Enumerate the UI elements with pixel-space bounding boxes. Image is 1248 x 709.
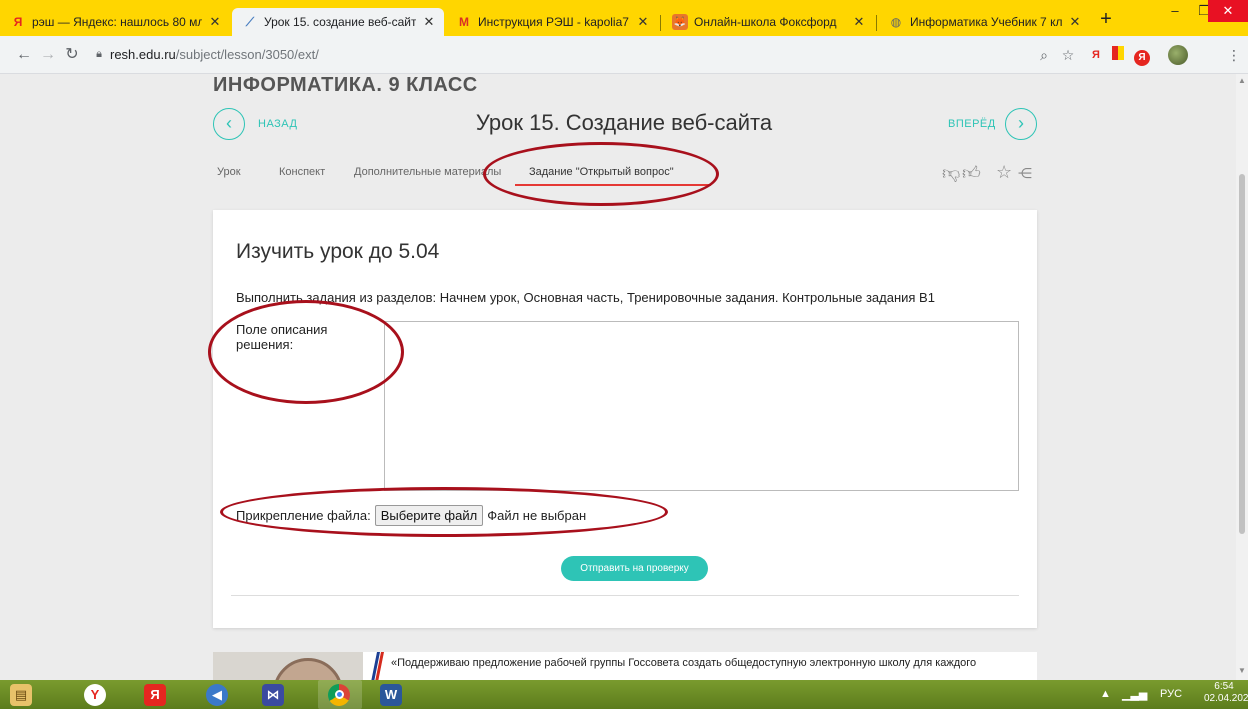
- tab-title: Урок 15. создание веб-сайта -: [264, 15, 416, 29]
- task-title: Изучить урок до 5.04: [236, 240, 440, 263]
- tab-title: Онлайн-школа Фоксфорд: [694, 15, 837, 29]
- promo-block: «Поддерживаю предложение рабочей группы …: [213, 652, 1037, 680]
- browser-tab-yandex[interactable]: Я рэш — Яндекс: нашлось 80 млн ✕: [0, 8, 230, 36]
- card-divider: [231, 595, 1019, 596]
- globe-icon: ◍: [890, 15, 902, 29]
- signal-strength-icon[interactable]: ▁▃▅: [1122, 688, 1147, 701]
- tab-close-icon[interactable]: ✕: [852, 14, 866, 30]
- profile-avatar[interactable]: [1168, 45, 1188, 65]
- scroll-thumb[interactable]: [1239, 174, 1245, 534]
- foxford-icon: 🦊: [672, 14, 688, 30]
- browser-toolbar: ← → ↻ 🔒︎ resh.edu.ru/subject/lesson/3050…: [0, 36, 1248, 74]
- tab-separator: [660, 15, 661, 31]
- bookmark-star-icon[interactable]: ☆: [1058, 45, 1078, 65]
- lesson-title: Урок 15. Создание веб-сайта: [475, 110, 773, 135]
- promo-quote: «Поддерживаю предложение рабочей группы …: [391, 657, 977, 669]
- annotation-oval-tab: [483, 142, 719, 206]
- tab-lesson[interactable]: Урок: [217, 166, 241, 178]
- yandex-circle-icon[interactable]: Я: [1132, 45, 1152, 66]
- solution-textarea[interactable]: [384, 321, 1019, 491]
- url-host: resh.edu.ru: [110, 47, 176, 62]
- resh-icon: ⟋: [245, 14, 255, 29]
- thumbs-down-icon[interactable]: 👎︎: [942, 162, 960, 184]
- clock-date: 02.04.2020: [1204, 693, 1248, 704]
- yandex-icon: Я: [13, 15, 23, 29]
- tab-title: Инструкция РЭШ - kapolia7@g: [478, 15, 630, 29]
- word-icon[interactable]: W: [380, 684, 402, 706]
- browser-tab-textbook[interactable]: ◍ Информатика Учебник 7 класс ✕: [878, 8, 1090, 36]
- new-tab-button[interactable]: +: [1094, 8, 1118, 32]
- task-card: Изучить урок до 5.04 Выполнить задания и…: [213, 210, 1037, 628]
- tab-close-icon[interactable]: ✕: [208, 14, 222, 30]
- scroll-down-icon[interactable]: ▼: [1236, 666, 1248, 675]
- menu-dots-icon[interactable]: ⋮: [1224, 45, 1244, 65]
- system-clock[interactable]: 6:54 02.04.2020: [1204, 681, 1248, 705]
- page-viewport: ИНФОРМАТИКА. 9 КЛАСС ‹ НАЗАД Урок 15. Со…: [0, 74, 1248, 680]
- back-arrow-icon[interactable]: ←: [14, 45, 34, 65]
- annotation-oval-field: [208, 300, 404, 404]
- scroll-up-icon[interactable]: ▲: [1236, 76, 1248, 85]
- browser-tab-lesson[interactable]: ⟋ Урок 15. создание веб-сайта - ✕: [232, 8, 444, 36]
- lock-icon: 🔒︎: [96, 48, 102, 60]
- page-scrollbar[interactable]: ▲ ▼: [1236, 74, 1248, 680]
- submit-for-review-button[interactable]: Отправить на проверку: [561, 556, 708, 581]
- explorer-icon[interactable]: ▤: [10, 684, 32, 706]
- address-bar[interactable]: resh.edu.ru/subject/lesson/3050/ext/: [110, 47, 319, 62]
- tab-close-icon[interactable]: ✕: [422, 14, 436, 30]
- minimize-button[interactable]: –: [1160, 0, 1190, 22]
- windows-taskbar: ▤ Y Я ◀ ⋈ W ▲ ▁▃▅ РУС 6:54 02.04.2020: [0, 680, 1248, 709]
- close-window-button[interactable]: ✕: [1208, 0, 1248, 22]
- promo-photo: [213, 652, 363, 680]
- yandex-extension-icon[interactable]: Я: [1086, 45, 1106, 65]
- tab-extra-materials[interactable]: Дополнительные материалы: [354, 166, 501, 178]
- zoom-icon[interactable]: ⌕: [1034, 45, 1054, 65]
- chrome-icon[interactable]: [328, 684, 350, 706]
- mixer-icon[interactable]: ⋈: [262, 684, 284, 706]
- reload-icon[interactable]: ↻: [62, 45, 82, 65]
- thumbs-up-icon[interactable]: 👍︎: [962, 162, 981, 184]
- share-icon[interactable]: ⋲: [1018, 165, 1032, 182]
- tray-chevron-icon[interactable]: ▲: [1100, 688, 1111, 700]
- favorite-star-icon[interactable]: ☆: [996, 162, 1012, 183]
- tab-title: Информатика Учебник 7 класс: [910, 15, 1062, 29]
- tab-summary[interactable]: Конспект: [279, 166, 325, 178]
- browser-tab-strip: Я рэш — Яндекс: нашлось 80 млн ✕ ⟋ Урок …: [0, 0, 1248, 36]
- language-indicator[interactable]: РУС: [1160, 688, 1182, 700]
- bookmark-flag-icon[interactable]: [1108, 45, 1128, 65]
- gmail-icon: M: [459, 15, 469, 29]
- chevron-right-icon[interactable]: ›: [1005, 108, 1037, 140]
- clock-time: 6:54: [1214, 681, 1234, 692]
- forward-link[interactable]: ВПЕРЁД: [948, 118, 996, 130]
- yandex-browser-icon[interactable]: Y: [84, 684, 106, 706]
- russian-flag-stripe-icon: [371, 652, 384, 680]
- forward-arrow-icon[interactable]: →: [38, 45, 58, 65]
- url-path: /subject/lesson/3050/ext/: [175, 47, 319, 62]
- browser-tab-foxford[interactable]: 🦊 Онлайн-школа Фоксфорд ✕: [662, 8, 874, 36]
- yandex-icon[interactable]: Я: [144, 684, 166, 706]
- annotation-oval-file: [220, 487, 668, 537]
- media-player-icon[interactable]: ◀: [206, 684, 228, 706]
- tab-title: рэш — Яндекс: нашлось 80 млн: [32, 15, 202, 29]
- tab-close-icon[interactable]: ✕: [636, 14, 650, 30]
- browser-tab-gmail[interactable]: M Инструкция РЭШ - kapolia7@g ✕: [446, 8, 658, 36]
- tab-separator: [876, 15, 877, 31]
- tab-close-icon[interactable]: ✕: [1068, 14, 1082, 30]
- subject-title: ИНФОРМАТИКА. 9 КЛАСС: [213, 74, 478, 96]
